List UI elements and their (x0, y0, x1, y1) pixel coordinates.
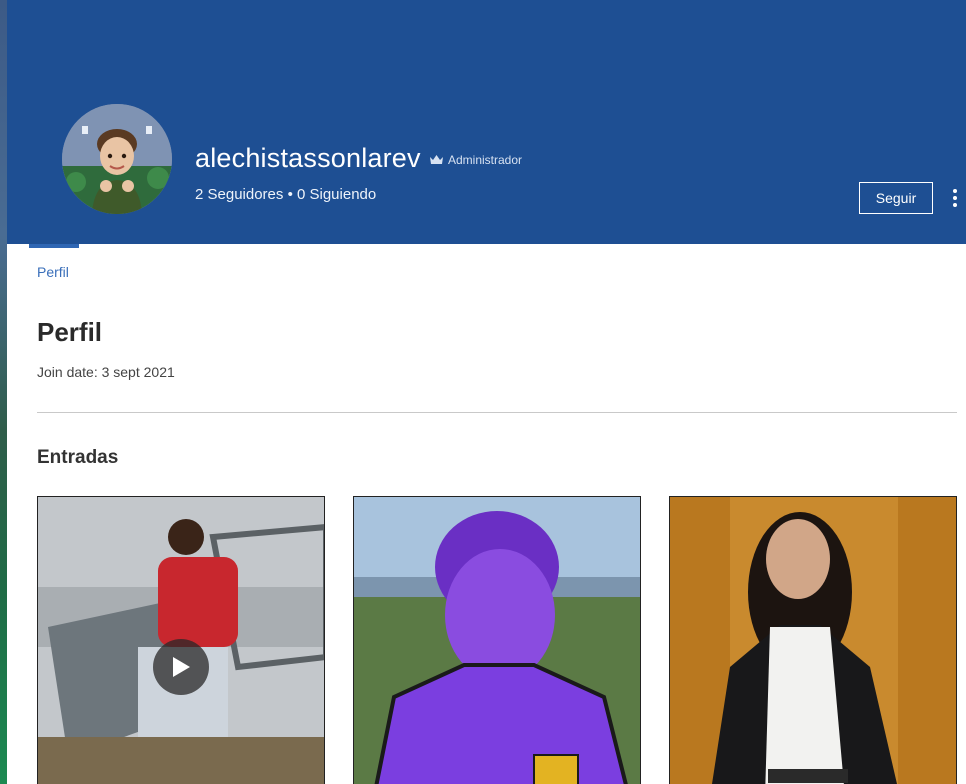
more-dot (953, 203, 957, 207)
post-thumbnail (354, 497, 640, 784)
section-title: Perfil (37, 317, 103, 347)
post-thumbnail (670, 497, 956, 784)
role-label: Administrador (448, 153, 523, 167)
more-dot (953, 189, 957, 193)
follow-button[interactable]: Seguir (859, 182, 933, 214)
posts-title: Entradas (37, 447, 119, 468)
play-icon[interactable] (153, 639, 209, 695)
follow-stats[interactable]: 2 Seguidores • 0 Siguiendo (195, 186, 376, 203)
background-strip (0, 0, 7, 784)
role-badge: Administrador (430, 153, 522, 167)
more-vertical-icon[interactable] (947, 186, 963, 210)
crown-icon (430, 155, 443, 164)
avatar[interactable] (62, 104, 172, 214)
post-card[interactable] (669, 496, 957, 784)
post-card[interactable] (37, 496, 325, 784)
join-date: Join date: 3 sept 2021 (37, 364, 175, 380)
post-card[interactable] (353, 496, 641, 784)
profile-header: alechistassonlarev Administrador 2 Segui… (7, 0, 966, 244)
tab-profile[interactable]: Perfil (37, 264, 69, 280)
avatar-illustration (62, 104, 172, 214)
divider (37, 412, 957, 413)
more-dot (953, 196, 957, 200)
play-triangle (173, 657, 190, 677)
tab-active-indicator (29, 244, 79, 248)
username: alechistassonlarev (195, 143, 421, 173)
